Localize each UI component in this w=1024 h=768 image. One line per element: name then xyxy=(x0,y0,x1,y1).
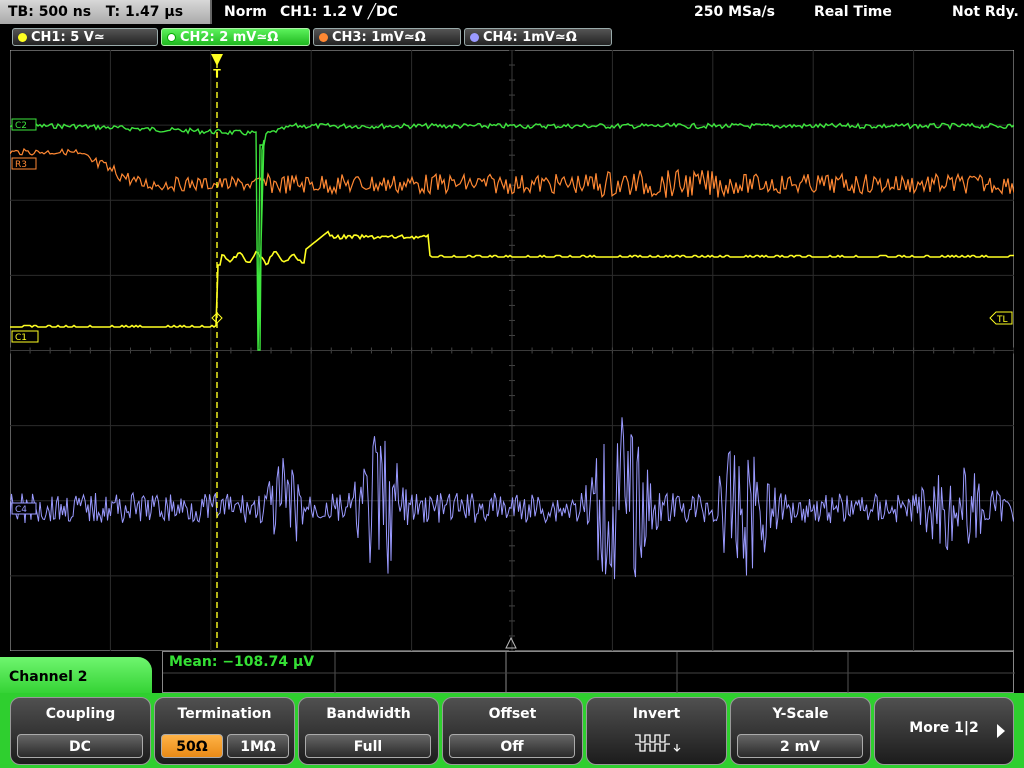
timebase-readout[interactable]: TB: 500 ns T: 1.47 µs xyxy=(0,0,212,24)
invert-softkey[interactable]: Invert xyxy=(586,697,727,765)
more-softkey[interactable]: More 1|2 xyxy=(874,697,1014,765)
acquisition-mode: Real Time xyxy=(814,4,892,20)
ch3-color-dot xyxy=(319,33,328,42)
trigger-mode[interactable]: Norm xyxy=(224,0,267,24)
channel-tabs: CH1: 5 V≃ CH2: 2 mV≃Ω CH3: 1mV≃Ω CH4: 1m… xyxy=(0,26,1024,48)
ch2-color-dot xyxy=(167,33,176,42)
ch4-ground-marker[interactable]: C4 xyxy=(11,502,37,515)
bandwidth-value[interactable]: Full xyxy=(305,734,431,758)
trigger-time-value: T: 1.47 µs xyxy=(105,4,184,20)
tab-ch4[interactable]: CH4: 1mV≃Ω xyxy=(464,28,612,46)
termination-softkey[interactable]: Termination 50Ω 1MΩ xyxy=(154,697,295,765)
yscale-value[interactable]: 2 mV xyxy=(737,734,863,758)
measurement-grid xyxy=(163,652,1015,694)
waveform-canvas[interactable]: T C2 R3 C1 C4 TL xyxy=(10,50,1014,651)
trigger-setting[interactable]: CH1: 1.2 V ╱DC xyxy=(280,0,398,24)
ch3-ground-marker[interactable]: R3 xyxy=(11,157,37,170)
ch2-marker-label: C2 xyxy=(15,121,27,131)
trigger-position-label: T xyxy=(213,67,221,80)
ch1-ground-marker[interactable]: C1 xyxy=(11,330,39,343)
coupling-label: Coupling xyxy=(45,706,116,722)
ch4-marker-label: C4 xyxy=(15,505,27,515)
bandwidth-label: Bandwidth xyxy=(326,706,411,722)
softkey-bar: Coupling DC Termination 50Ω 1MΩ Bandwidt… xyxy=(0,693,1024,768)
yscale-label: Y-Scale xyxy=(772,706,829,722)
tab-ch4-label: CH4: 1mV≃Ω xyxy=(483,30,577,45)
tab-ch3-label: CH3: 1mV≃Ω xyxy=(332,30,426,45)
measurement-panel[interactable]: Mean: −108.74 µV xyxy=(162,651,1015,694)
more-arrow-icon xyxy=(997,724,1005,738)
acquisition-state: Not Rdy. xyxy=(952,4,1019,20)
timebase-value: TB: 500 ns xyxy=(8,4,92,20)
ch2-ground-marker[interactable]: C2 xyxy=(11,118,37,131)
termination-label: Termination xyxy=(177,706,272,722)
tab-ch2[interactable]: CH2: 2 mV≃Ω xyxy=(161,28,310,46)
menu-title: Channel 2 xyxy=(0,657,152,697)
more-label: More 1|2 xyxy=(909,720,979,736)
bandwidth-softkey[interactable]: Bandwidth Full xyxy=(298,697,439,765)
tab-ch2-label: CH2: 2 mV≃Ω xyxy=(180,30,279,45)
invert-waveform-icon xyxy=(635,734,681,752)
offset-label: Offset xyxy=(488,706,537,722)
waveform-display[interactable]: T C2 R3 C1 C4 TL xyxy=(10,50,1014,651)
ch4-color-dot xyxy=(470,33,479,42)
yscale-softkey[interactable]: Y-Scale 2 mV xyxy=(730,697,871,765)
coupling-softkey[interactable]: Coupling DC xyxy=(10,697,151,765)
offset-softkey[interactable]: Offset Off xyxy=(442,697,583,765)
termination-50ohm-option[interactable]: 50Ω xyxy=(161,734,223,758)
status-bar: TB: 500 ns T: 1.47 µs Norm CH1: 1.2 V ╱D… xyxy=(0,0,1024,24)
offset-value[interactable]: Off xyxy=(449,734,575,758)
tab-ch1[interactable]: CH1: 5 V≃ xyxy=(12,28,158,46)
trigger-level-label: TL xyxy=(996,315,1008,325)
tab-ch3[interactable]: CH3: 1mV≃Ω xyxy=(313,28,461,46)
ch1-color-dot xyxy=(18,33,27,42)
invert-label: Invert xyxy=(632,706,681,722)
ch1-marker-label: C1 xyxy=(15,333,27,343)
coupling-value[interactable]: DC xyxy=(17,734,143,758)
ch3-marker-label: R3 xyxy=(15,160,27,170)
tab-ch1-label: CH1: 5 V≃ xyxy=(31,30,105,45)
termination-1mohm-option[interactable]: 1MΩ xyxy=(227,734,289,758)
sample-rate: 250 MSa/s xyxy=(694,4,776,20)
